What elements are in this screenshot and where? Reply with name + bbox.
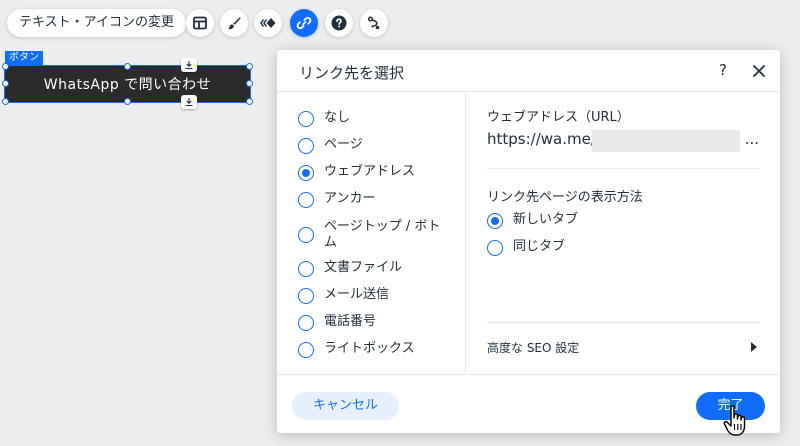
resize-handle-bottom-right[interactable] (246, 98, 253, 105)
url-ellipsis: ... (744, 130, 759, 148)
link-type-label: ウェブアドレス (324, 164, 416, 179)
link-type-label: ページトップ / ボトム (324, 219, 441, 250)
open-mode-new-tab[interactable]: 新しいタブ (487, 212, 578, 229)
whatsapp-button[interactable]: WhatsApp で問い合わせ (4, 65, 251, 103)
radio-button[interactable] (298, 138, 314, 154)
chevron-right-icon (751, 342, 757, 352)
radio-button[interactable] (298, 315, 314, 331)
download-arrow-icon (185, 98, 193, 107)
resize-handle-top[interactable] (124, 63, 131, 70)
link-type-label: メール送信 (324, 287, 390, 302)
cancel-button[interactable]: キャンセル (292, 392, 399, 420)
link-type-label: 文書ファイル (324, 260, 403, 275)
link-type-label: 電話番号 (324, 314, 377, 329)
link-type-phone[interactable]: 電話番号 (298, 314, 376, 331)
resize-handle-bottom[interactable] (124, 98, 131, 105)
link-type-page[interactable]: ページ (298, 137, 363, 154)
url-section-label: ウェブアドレス（URL） (487, 110, 630, 125)
animation-button[interactable] (254, 9, 282, 37)
link-type-list: なし ページ ウェブアドレス アンカー ページトップ / ボトム 文書ファイル … (277, 93, 466, 374)
design-button[interactable] (220, 9, 248, 37)
radio-button[interactable] (487, 240, 503, 256)
divider (487, 322, 759, 323)
resize-handle-right[interactable] (246, 80, 253, 87)
selection-tag: ボタン (5, 51, 43, 65)
dialog-footer: キャンセル 完了 (277, 374, 780, 433)
radio-button[interactable] (298, 165, 314, 181)
dialog-header: リンク先を選択 ? (277, 50, 780, 92)
stretch-bottom-button[interactable] (181, 95, 197, 109)
brush-icon (228, 17, 241, 30)
open-mode-option-label: 同じタブ (513, 239, 566, 254)
link-type-anchor[interactable]: アンカー (298, 191, 375, 208)
link-type-label: アンカー (324, 191, 376, 206)
layout-icon (193, 16, 207, 30)
redacted-url-part (592, 130, 740, 152)
resize-handle-top-left[interactable] (2, 63, 9, 70)
animation-icon (260, 18, 276, 28)
link-type-top-bottom[interactable]: ページトップ / ボトム (298, 219, 448, 251)
divider (487, 168, 759, 169)
radio-button[interactable] (298, 342, 314, 358)
url-value: https://wa.me/ (487, 130, 596, 148)
download-arrow-icon (185, 61, 193, 70)
advanced-seo-label: 高度な SEO 設定 (487, 341, 580, 355)
radio-button[interactable] (298, 227, 314, 243)
link-type-document[interactable]: 文書ファイル (298, 260, 402, 277)
hand-cursor-icon (723, 405, 746, 436)
link-type-label: ページ (324, 137, 363, 152)
link-type-email[interactable]: メール送信 (298, 287, 389, 304)
radio-button[interactable] (298, 192, 314, 208)
open-mode-label: リンク先ページの表示方法 (487, 190, 643, 205)
link-settings-panel: ウェブアドレス（URL） https://wa.me/ ... リンク先ページの… (467, 93, 780, 374)
link-icon (296, 16, 312, 30)
resize-handle-top-right[interactable] (246, 63, 253, 70)
connect-button[interactable] (360, 9, 388, 37)
radio-button[interactable] (487, 213, 503, 229)
link-button[interactable] (290, 9, 318, 37)
help-icon (331, 15, 347, 31)
open-mode-option-label: 新しいタブ (513, 212, 579, 227)
link-type-none[interactable]: なし (298, 110, 350, 127)
radio-button[interactable] (298, 111, 314, 127)
link-dialog: リンク先を選択 ? なし ページ ウェブアドレス アンカー ページトップ / ボ… (277, 50, 780, 433)
open-mode-same-tab[interactable]: 同じタブ (487, 239, 565, 256)
resize-handle-bottom-left[interactable] (2, 98, 9, 105)
change-text-icon-button[interactable]: テキスト・アイコンの変更 (7, 9, 186, 37)
link-type-web-address[interactable]: ウェブアドレス (298, 164, 415, 181)
layout-button[interactable] (186, 9, 214, 37)
link-type-label: ライトボックス (324, 341, 415, 356)
resize-handle-left[interactable] (2, 80, 9, 87)
link-type-label: なし (324, 110, 351, 125)
whatsapp-button-label: WhatsApp で問い合わせ (43, 77, 212, 93)
dialog-title: リンク先を選択 (299, 64, 405, 82)
url-input[interactable]: https://wa.me/ ... (487, 130, 759, 152)
radio-button[interactable] (298, 288, 314, 304)
dialog-help-button[interactable]: ? (719, 61, 727, 79)
help-button[interactable] (325, 9, 353, 37)
stretch-top-button[interactable] (181, 58, 197, 72)
advanced-seo-toggle[interactable]: 高度な SEO 設定 (487, 338, 759, 358)
radio-button[interactable] (298, 261, 314, 277)
link-type-lightbox[interactable]: ライトボックス (298, 341, 415, 358)
connect-icon (367, 16, 380, 30)
close-icon[interactable] (751, 63, 767, 79)
